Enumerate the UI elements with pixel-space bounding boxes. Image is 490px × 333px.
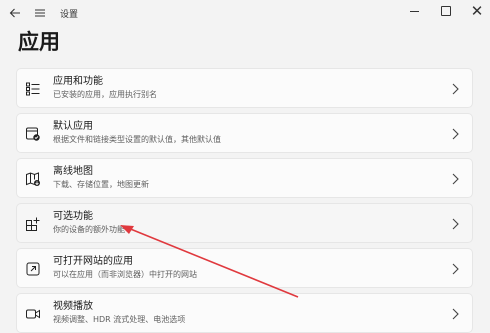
arrow-left-icon[interactable] xyxy=(8,7,22,21)
settings-item-optional-features[interactable]: 可选功能 你的设备的额外功能 xyxy=(16,203,473,243)
default-apps-icon xyxy=(25,126,41,142)
maximize-icon[interactable] xyxy=(429,0,463,22)
chevron-right-icon xyxy=(450,262,460,276)
chevron-right-icon xyxy=(450,307,460,321)
item-subtitle: 根据文件和链接类型设置的默认值，其他默认值 xyxy=(53,135,221,144)
item-title: 可选功能 xyxy=(53,211,93,222)
chevron-right-icon xyxy=(450,172,460,186)
item-title: 离线地图 xyxy=(53,166,93,177)
chevron-right-icon xyxy=(450,217,460,231)
settings-item-video-playback[interactable]: 视频播放 视频调整、HDR 流式处理、电池选项 xyxy=(16,293,473,333)
offline-map-icon xyxy=(25,171,41,187)
item-subtitle: 你的设备的额外功能 xyxy=(53,225,125,234)
settings-item-apps-features[interactable]: 应用和功能 已安装的应用，应用执行别名 xyxy=(16,68,473,108)
chevron-right-icon xyxy=(450,127,460,141)
item-subtitle: 已安装的应用，应用执行别名 xyxy=(53,90,157,99)
item-subtitle: 可以在应用（而非浏览器）中打开的网站 xyxy=(53,270,197,279)
item-title: 默认应用 xyxy=(53,121,93,132)
title-bar: 设置 ✕ xyxy=(0,0,490,30)
item-title: 可打开网站的应用 xyxy=(53,256,133,267)
open-in-app-icon xyxy=(25,261,41,277)
chevron-right-icon xyxy=(450,82,460,96)
close-icon[interactable]: ✕ xyxy=(460,0,490,22)
window-title: 设置 xyxy=(60,10,79,20)
item-title: 应用和功能 xyxy=(53,76,103,87)
minimize-icon[interactable] xyxy=(397,0,431,22)
item-subtitle: 下载、存储位置，地图更新 xyxy=(53,180,149,189)
optional-features-icon xyxy=(25,216,41,232)
settings-item-default-apps[interactable]: 默认应用 根据文件和链接类型设置的默认值，其他默认值 xyxy=(16,113,473,153)
page-title: 应用 xyxy=(18,30,60,54)
apps-list-icon xyxy=(25,81,41,97)
settings-item-apps-for-websites[interactable]: 可打开网站的应用 可以在应用（而非浏览器）中打开的网站 xyxy=(16,248,473,288)
item-title: 视频播放 xyxy=(53,301,93,312)
hamburger-menu-icon[interactable] xyxy=(33,7,47,21)
settings-item-offline-maps[interactable]: 离线地图 下载、存储位置，地图更新 xyxy=(16,158,473,198)
